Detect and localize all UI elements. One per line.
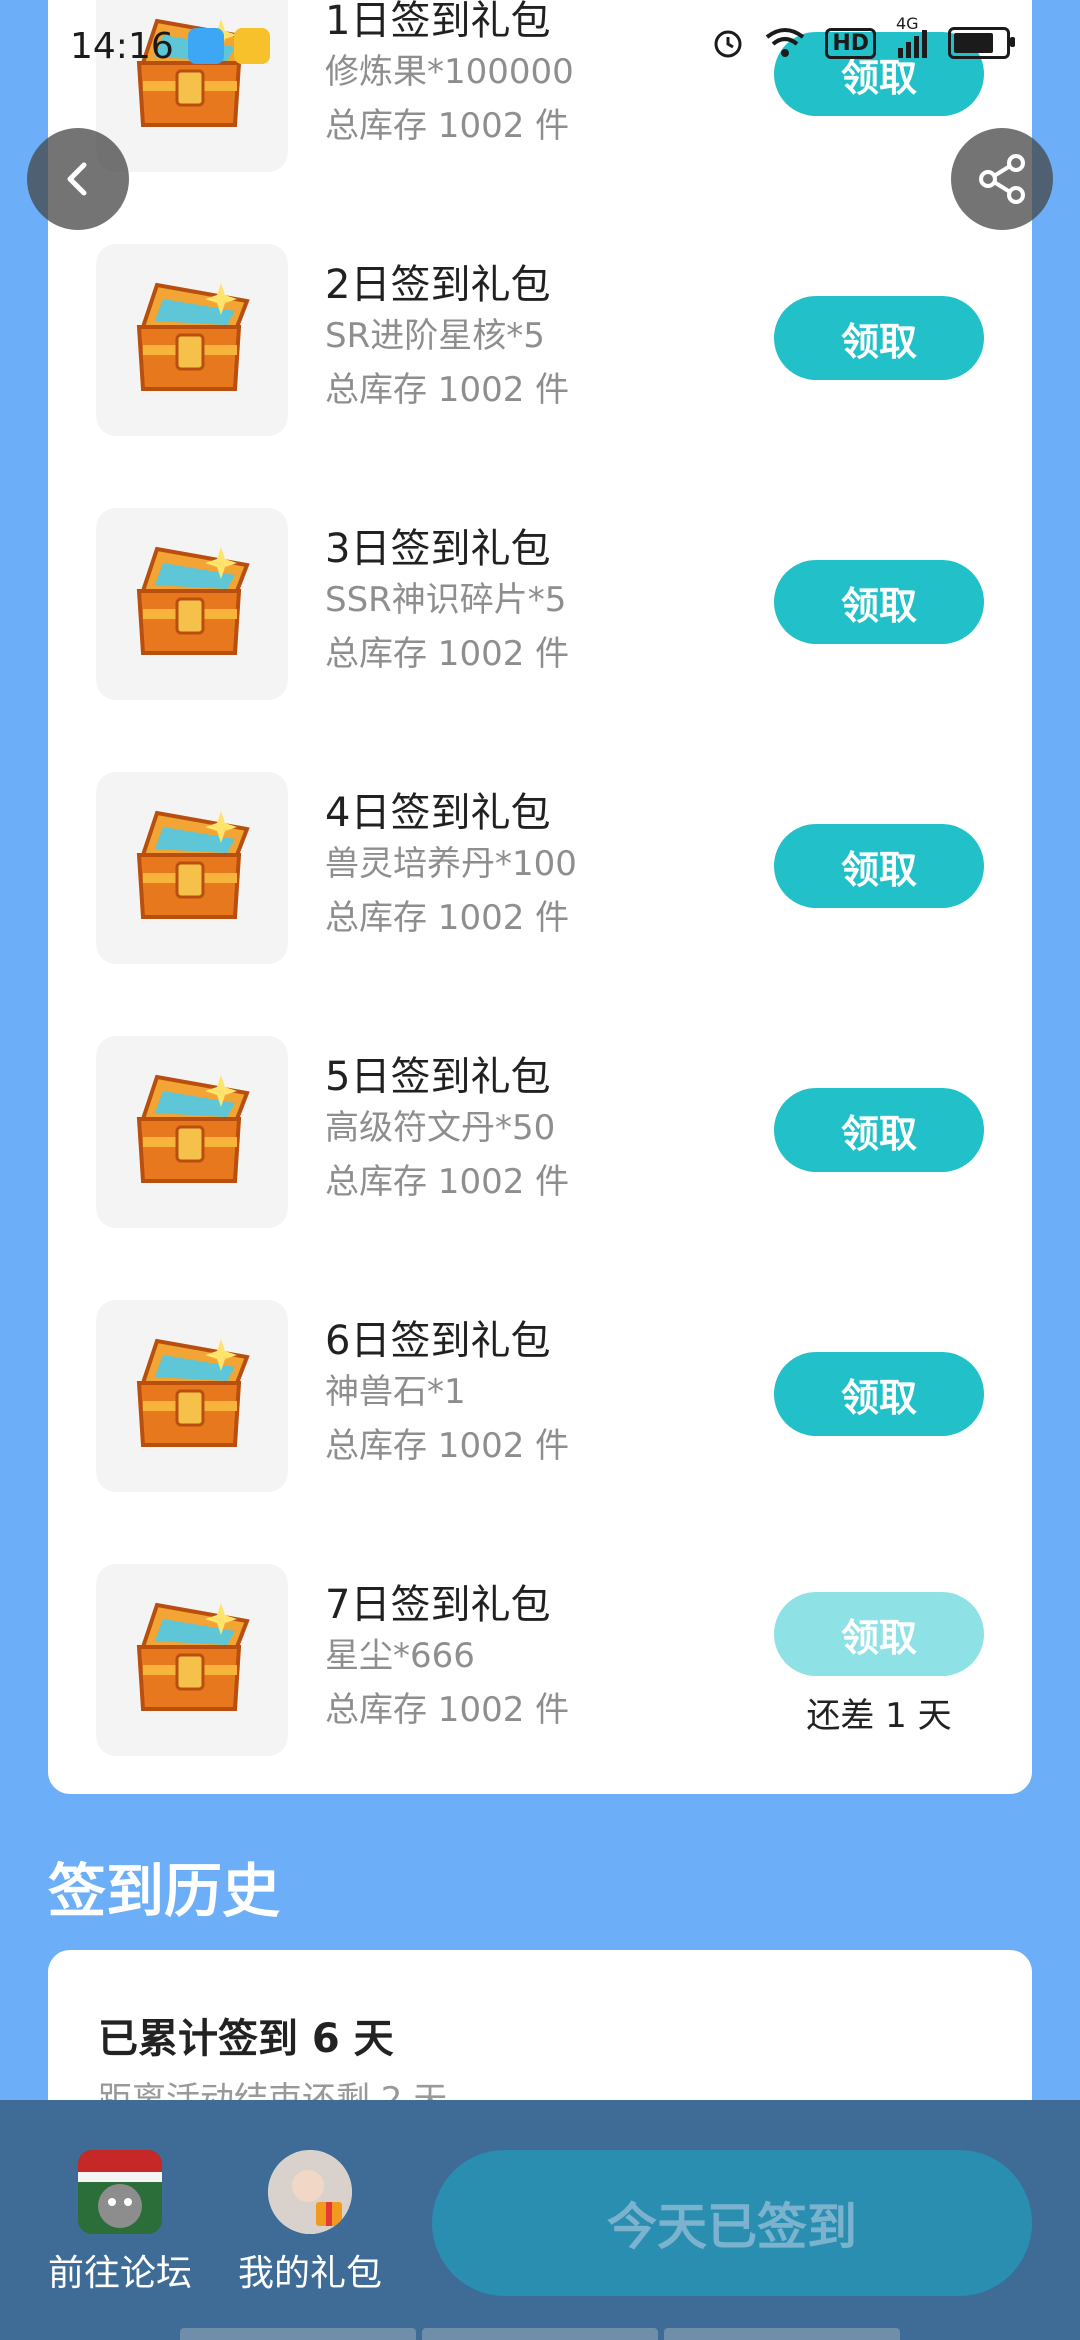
treasure-chest-icon	[96, 1564, 288, 1756]
gift-reward: SSR神识碎片*5	[325, 580, 567, 620]
gift-row-day6: 6日签到礼包 神兽石*1 总库存 1002 件 领取	[48, 1300, 1032, 1564]
treasure-chest-icon	[96, 508, 288, 700]
gift-stock: 总库存 1002 件	[325, 370, 570, 410]
treasure-chest-svg	[136, 1074, 250, 1183]
forum-label: 前往论坛	[47, 2253, 192, 2294]
gift-stock: 总库存 1002 件	[325, 1690, 570, 1730]
gift-reward: SR进阶星核*5	[325, 316, 545, 356]
gift-row-day5: 5日签到礼包 高级符文丹*50 总库存 1002 件 领取	[48, 1036, 1032, 1300]
my-gifts-label: 我的礼包	[237, 2253, 382, 2294]
gift-title: 3日签到礼包	[325, 526, 551, 572]
treasure-chest-icon	[96, 1036, 288, 1228]
gift-title: 1日签到礼包	[325, 0, 551, 44]
gift-reward: 星尘*666	[325, 1636, 475, 1676]
avatar-gift-icon	[268, 2150, 352, 2234]
claim-button-disabled[interactable]: 领取	[774, 1592, 984, 1676]
gift-row-day3: 3日签到礼包 SSR神识碎片*5 总库存 1002 件 领取	[48, 508, 1032, 772]
treasure-chest-svg	[136, 282, 250, 391]
share-icon	[979, 154, 1025, 204]
treasure-chest-icon	[96, 0, 288, 172]
gift-stock: 总库存 1002 件	[325, 634, 570, 674]
treasure-chest-icon	[96, 244, 288, 436]
gift-reward: 神兽石*1	[325, 1372, 466, 1412]
treasure-chest-svg	[136, 810, 250, 919]
treasure-chest-icon	[96, 1300, 288, 1492]
gift-stock: 总库存 1002 件	[325, 1162, 570, 1202]
forum-button[interactable]: 前往论坛	[35, 2150, 205, 2296]
gift-stock: 总库存 1002 件	[325, 106, 570, 146]
gift-reward: 高级符文丹*50	[325, 1108, 556, 1148]
gift-title: 7日签到礼包	[325, 1582, 551, 1628]
gift-row-day2: 2日签到礼包 SR进阶星核*5 总库存 1002 件 领取	[48, 244, 1032, 508]
back-button[interactable]	[27, 128, 129, 230]
treasure-chest-svg	[136, 18, 250, 127]
treasure-chest-svg	[136, 1338, 250, 1447]
treasure-chest-svg	[136, 1602, 250, 1711]
gift-title: 2日签到礼包	[325, 262, 551, 308]
bottom-action-bar: 前往论坛 我的礼包 今天已签到	[0, 2100, 1080, 2340]
forum-icon	[78, 2150, 162, 2234]
gift-stock: 总库存 1002 件	[325, 1426, 570, 1466]
gift-reward: 兽灵培养丹*100	[325, 844, 577, 884]
history-heading: 签到历史	[48, 1857, 281, 1925]
gift-stock: 总库存 1002 件	[325, 898, 570, 938]
gift-reward: 修炼果*100000	[325, 52, 574, 92]
treasure-chest-svg	[136, 546, 250, 655]
total-checkins: 已累计签到 6 天	[98, 2016, 394, 2062]
my-gifts-button[interactable]: 我的礼包	[225, 2150, 395, 2296]
chevron-left-icon	[67, 162, 87, 196]
claim-button[interactable]: 领取	[774, 1088, 984, 1172]
claim-button[interactable]: 领取	[774, 296, 984, 380]
treasure-chest-icon	[96, 772, 288, 964]
signed-today-button[interactable]: 今天已签到	[432, 2150, 1032, 2296]
share-button[interactable]	[951, 128, 1053, 230]
claim-button[interactable]: 领取	[774, 32, 984, 116]
claim-button[interactable]: 领取	[774, 560, 984, 644]
gift-title: 4日签到礼包	[325, 790, 551, 836]
gift-row-day1: 1日签到礼包 修炼果*100000 总库存 1002 件 领取	[48, 0, 1032, 244]
system-nav-handle	[180, 2328, 900, 2340]
claim-button[interactable]: 领取	[774, 1352, 984, 1436]
gift-title: 5日签到礼包	[325, 1054, 551, 1100]
gift-title: 6日签到礼包	[325, 1318, 551, 1364]
gift-row-day4: 4日签到礼包 兽灵培养丹*100 总库存 1002 件 领取	[48, 772, 1032, 1036]
gift-row-day7: 7日签到礼包 星尘*666 总库存 1002 件 领取 还差 1 天	[48, 1564, 1032, 1828]
claim-button[interactable]: 领取	[774, 824, 984, 908]
days-remaining-label: 还差 1 天	[806, 1696, 952, 1736]
